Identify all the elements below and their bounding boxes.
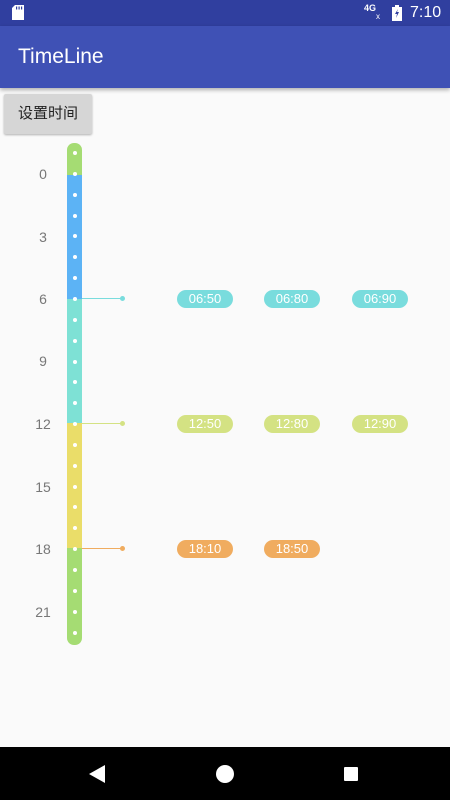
time-pill-0690[interactable]: 06:90: [352, 290, 408, 308]
app-bar: TimeLine: [0, 26, 450, 88]
timeline-dot: [73, 296, 77, 301]
status-bar: 4G x 7:10: [0, 0, 450, 26]
connector-dot: [120, 546, 125, 551]
hour-label-3: 3: [39, 229, 47, 245]
time-pill-0650[interactable]: 06:50: [177, 290, 233, 308]
timeline-dot: [73, 338, 77, 343]
hour-label-15: 15: [35, 479, 51, 495]
timeline-dot: [73, 317, 77, 322]
time-pill-1280[interactable]: 12:80: [264, 415, 320, 433]
connector-line: [82, 298, 122, 299]
signal-icon: x: [376, 12, 380, 21]
timeline-dot: [73, 192, 77, 197]
hour-label-12: 12: [35, 416, 51, 432]
hour-label-6: 6: [39, 291, 47, 307]
hour-label-18: 18: [35, 541, 51, 557]
time-pill-0680[interactable]: 06:80: [264, 290, 320, 308]
time-pill-1810[interactable]: 18:10: [177, 540, 233, 558]
home-icon[interactable]: [216, 765, 234, 783]
back-icon[interactable]: [89, 765, 105, 783]
timeline-dot: [73, 609, 77, 614]
timeline-segment: [67, 143, 82, 175]
network-type: 4G: [364, 3, 377, 13]
timeline-dot: [73, 213, 77, 218]
timeline-dot: [73, 630, 77, 635]
connector-dot: [120, 421, 125, 426]
time-pill-1250[interactable]: 12:50: [177, 415, 233, 433]
time-pill-1290[interactable]: 12:90: [352, 415, 408, 433]
sd-card-icon: [12, 5, 24, 20]
timeline-dot: [73, 484, 77, 489]
timeline-dot: [73, 463, 77, 468]
hour-label-0: 0: [39, 166, 47, 182]
connector-line: [82, 423, 122, 424]
connector-dot: [120, 296, 125, 301]
set-time-button[interactable]: 设置时间: [4, 94, 92, 134]
timeline-dot: [73, 359, 77, 364]
app-title: TimeLine: [18, 45, 104, 68]
hour-label-21: 21: [35, 604, 51, 620]
connector-line: [82, 548, 122, 549]
timeline-dot: [73, 171, 77, 176]
timeline-dot: [73, 588, 77, 593]
recents-icon[interactable]: [344, 767, 358, 781]
battery-icon: [392, 5, 402, 21]
timeline-dot: [73, 442, 77, 447]
time-pill-1850[interactable]: 18:50: [264, 540, 320, 558]
status-clock: 7:10: [410, 4, 442, 21]
hour-label-9: 9: [39, 353, 47, 369]
timeline-dot: [73, 568, 77, 572]
timeline-dot: [73, 151, 77, 155]
